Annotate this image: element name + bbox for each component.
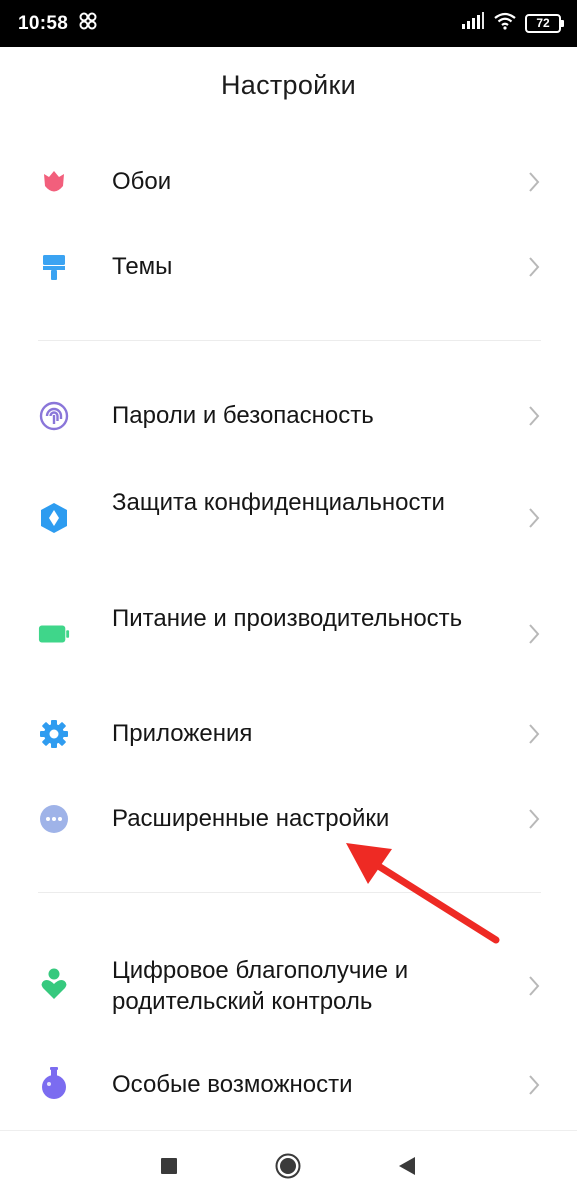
settings-item-wallpaper[interactable]: Обои: [0, 156, 577, 208]
home-circle-icon[interactable]: [275, 1153, 301, 1179]
chevron-right-icon: [527, 506, 541, 530]
settings-item-power-performance[interactable]: Питание и производительность: [0, 600, 577, 670]
settings-item-label: Расширенные настройки: [112, 805, 390, 832]
recents-square-icon[interactable]: [156, 1153, 182, 1179]
status-right: 72: [461, 12, 564, 35]
status-left: 10:58: [18, 11, 98, 37]
chevron-right-icon: [527, 722, 541, 746]
settings-item-label: Обои: [112, 168, 172, 195]
wifi-icon: [493, 12, 517, 35]
section-divider: [38, 340, 541, 341]
settings-item-themes[interactable]: Темы: [0, 241, 577, 293]
chevron-right-icon: [527, 807, 541, 831]
battery-indicator: 72: [525, 14, 564, 33]
settings-item-label: Особые возможности: [112, 1071, 353, 1098]
settings-item-label: Защита конфиденциальности: [112, 489, 445, 516]
battery-level: 72: [536, 16, 550, 30]
pinwheel-icon: [78, 11, 98, 37]
settings-item-label: Темы: [112, 253, 173, 280]
tulip-icon: [38, 166, 70, 198]
settings-item-advanced[interactable]: Расширенные настройки: [0, 793, 577, 845]
settings-item-label: Пароли и безопасность: [112, 402, 374, 429]
battery-icon: [38, 618, 70, 650]
status-time: 10:58: [18, 12, 69, 34]
chevron-right-icon: [527, 1073, 541, 1097]
privacy-cube-icon: [38, 502, 70, 534]
settings-item-label: Цифровое благополучие и родительский кон…: [112, 957, 409, 1015]
signal-icon: [461, 12, 485, 35]
chevron-right-icon: [527, 170, 541, 194]
chevron-right-icon: [527, 255, 541, 279]
settings-item-digital-wellbeing[interactable]: Цифровое благополучие и родительский кон…: [0, 952, 577, 1022]
page-title: Настройки: [220, 70, 357, 100]
chevron-right-icon: [527, 622, 541, 646]
settings-item-label: Питание и производительность: [112, 605, 463, 632]
status-bar: 10:58 72: [0, 0, 577, 47]
settings-item-accessibility[interactable]: Особые возможности: [0, 1059, 577, 1111]
wellbeing-person-icon: [38, 968, 70, 1000]
chevron-right-icon: [527, 404, 541, 428]
section-divider: [38, 892, 541, 893]
chevron-right-icon: [527, 974, 541, 998]
navigation-bar: [0, 1130, 577, 1200]
paint-roller-icon: [38, 251, 70, 283]
back-triangle-icon[interactable]: [394, 1153, 420, 1179]
gear-icon: [38, 718, 70, 750]
fingerprint-icon: [38, 400, 70, 432]
settings-item-privacy-protection[interactable]: Защита конфиденциальности: [0, 484, 577, 554]
settings-item-apps[interactable]: Приложения: [0, 708, 577, 760]
flask-icon: [38, 1067, 70, 1099]
more-dots-icon: [38, 803, 70, 835]
settings-item-label: Приложения: [112, 720, 253, 747]
settings-item-passwords-security[interactable]: Пароли и безопасность: [0, 390, 577, 442]
